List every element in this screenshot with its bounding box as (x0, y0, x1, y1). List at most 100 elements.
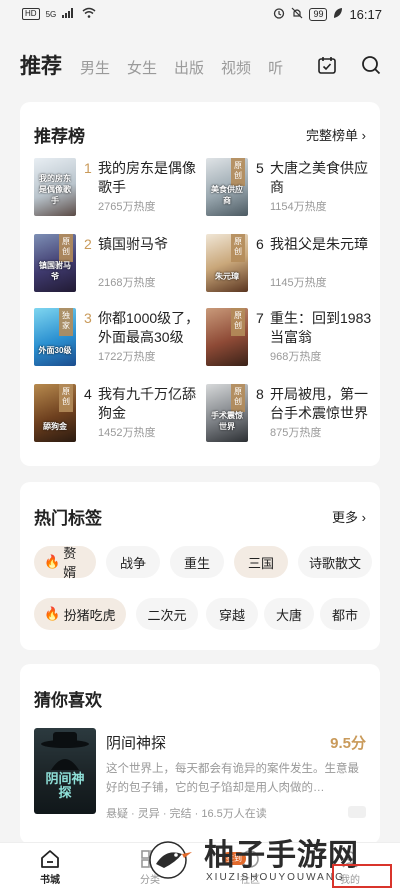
tab-female[interactable]: 女生 (127, 57, 157, 78)
rank-book-title: 你都1000级了，外面最高30级 (98, 310, 200, 345)
status-bar: HD 5G 99 16:17 (0, 0, 400, 28)
guess-title: 猜你喜欢 (34, 691, 102, 710)
category-tabs: 推荐 男生 女生 出版 视频 听 (0, 50, 300, 80)
status-left: HD 5G (22, 7, 96, 21)
rank-number: 4 (84, 386, 92, 402)
rank-heat: 875万热度 (270, 427, 322, 439)
hat-figure-icon (41, 732, 89, 770)
watermark-subtitle: XIUZISHOUYOUWANG (206, 872, 345, 883)
leaf-icon (333, 7, 343, 22)
tab-publish[interactable]: 出版 (174, 57, 204, 78)
rank-item[interactable]: 原创 7 重生：回到1983当富翁 968万热度 (206, 308, 376, 370)
fire-icon: 🔥 (44, 606, 61, 621)
calendar-checkin-icon[interactable] (316, 54, 338, 76)
tag-chip[interactable]: 都市 (320, 598, 370, 630)
rank-book-title: 重生：回到1983当富翁 (270, 310, 372, 345)
tab-male[interactable]: 男生 (80, 57, 110, 78)
tag-chip[interactable]: 战争 (106, 546, 160, 578)
guess-book-description: 这个世界上，每天都会有诡异的案件发生。生意最好的包子铺，它的包子馅却是用人肉做的… (106, 763, 359, 794)
book-cover: 原创 镇国驸马爷 (34, 234, 76, 292)
book-cover: 原创 舔狗金 (34, 384, 76, 442)
tag-chip[interactable]: 重生 (170, 546, 224, 578)
home-icon (40, 849, 60, 869)
rank-item[interactable]: 独家 外面30级 3 你都1000级了，外面最高30级 1722万热度 (34, 308, 204, 370)
tag-chip[interactable]: 🔥 扮猪吃虎 (34, 598, 126, 630)
rank-number: 1 (84, 160, 92, 176)
cover-text: 美食供应商 (211, 185, 243, 205)
search-icon[interactable] (360, 54, 382, 76)
tab-video[interactable]: 视频 (221, 57, 251, 78)
tag-label: 大唐 (275, 607, 302, 623)
book-cover: 我的房东是偶像歌手 (34, 158, 76, 216)
more-tags-link[interactable]: 更多 › (332, 507, 366, 526)
watermark-highlight-box (332, 864, 392, 888)
cover-ribbon: 原创 (231, 234, 245, 262)
cover-text: 朱元璋 (215, 272, 239, 281)
tag-chip[interactable]: 诗歌散文 (298, 546, 372, 578)
cover-ribbon: 原创 (231, 308, 245, 336)
hot-tags-card: 热门标签 更多 › 🔥 赘婿 战争 重生 三国 诗歌散文 🔥 扮猪吃虎 二次元 … (20, 482, 380, 650)
rank-heat: 1452万热度 (98, 427, 156, 439)
rank-item[interactable]: 原创 手术震惊世界 8 开局被甩，第一台手术震惊世界 875万热度 (206, 384, 376, 446)
rank-item[interactable]: 我的房东是偶像歌手 1 我的房东是偶像歌手 2765万热度 (34, 158, 204, 220)
rank-heat: 2168万热度 (98, 277, 156, 289)
clock: 16:17 (349, 6, 382, 22)
cover-text: 镇国驸马爷 (39, 261, 71, 281)
tag-chip[interactable]: 穿越 (206, 598, 258, 630)
rank-item[interactable]: 原创 舔狗金 4 我有九千万亿舔狗金 1452万热度 (34, 384, 204, 446)
rank-item[interactable]: 原创 镇国驸马爷 2 镇国驸马爷 2168万热度 (34, 234, 204, 296)
ranking-card: 推荐榜 完整榜单 › 我的房东是偶像歌手 1 我的房东是偶像歌手 2765万热度… (20, 102, 380, 466)
tag-label: 诗歌散文 (308, 555, 361, 571)
full-ranking-link[interactable]: 完整榜单 › (306, 125, 366, 144)
top-nav-actions (316, 54, 382, 76)
cover-ribbon: 原创 (231, 384, 245, 412)
mute-icon (291, 7, 303, 22)
battery-indicator: 99 (309, 7, 328, 21)
cover-text: 外面30级 (38, 346, 72, 355)
rank-heat: 2765万热度 (98, 201, 156, 213)
cover-ribbon: 原创 (231, 158, 245, 186)
tag-label: 三国 (247, 555, 274, 571)
tag-label: 扮猪吃虎 (63, 607, 116, 623)
more-options-button[interactable] (348, 806, 366, 818)
tag-chip[interactable]: 二次元 (136, 598, 198, 630)
tag-chip[interactable]: 大唐 (264, 598, 314, 630)
book-cover: 原创 手术震惊世界 (206, 384, 248, 442)
ranking-header: 推荐榜 完整榜单 › (34, 122, 366, 147)
alarm-icon (273, 7, 285, 22)
bottom-nav-bookstore[interactable]: 书城 (20, 843, 80, 888)
rank-item[interactable]: 原创 美食供应商 5 大唐之美食供应商 1154万热度 (206, 158, 376, 220)
rank-book-title: 我的房东是偶像歌手 (98, 160, 196, 195)
guess-book-cover[interactable]: 阴间神探 (34, 728, 96, 814)
rank-item[interactable]: 原创 朱元璋 6 我祖父是朱元璋 1145万热度 (206, 234, 376, 296)
rank-book-title: 大唐之美食供应商 (270, 160, 368, 195)
site-watermark: 签到 柚子手游网 XIUZISHOUYOUWANG (144, 830, 394, 888)
book-cover: 原创 (206, 308, 248, 366)
fire-icon: 🔥 (44, 554, 61, 569)
bird-logo-icon (149, 841, 192, 879)
book-cover: 原创 朱元璋 (206, 234, 248, 292)
rank-book-title: 我祖父是朱元璋 (270, 236, 368, 252)
status-right: 99 16:17 (273, 7, 382, 22)
rank-number: 2 (84, 236, 92, 252)
tag-label: 赘婿 (63, 546, 77, 580)
top-navigation: 推荐 男生 女生 出版 视频 听 (0, 44, 400, 86)
guess-cover-text: 阴间神探 (45, 771, 85, 800)
rank-number: 5 (256, 160, 264, 176)
rank-number: 7 (256, 310, 264, 326)
wifi-icon (82, 7, 96, 21)
tags-title: 热门标签 (34, 509, 102, 528)
tag-chip[interactable]: 三国 (234, 546, 288, 578)
tag-chip[interactable]: 🔥 赘婿 (34, 546, 96, 580)
ranking-title: 推荐榜 (34, 127, 85, 146)
rank-number: 8 (256, 386, 264, 402)
tags-header: 热门标签 更多 › (34, 504, 366, 529)
guess-book-title[interactable]: 阴间神探 (106, 732, 166, 753)
tab-listen[interactable]: 听 (268, 57, 283, 78)
rank-heat: 968万热度 (270, 351, 322, 363)
tab-recommend[interactable]: 推荐 (20, 50, 62, 80)
tag-label: 重生 (183, 555, 210, 571)
cover-text: 我的房东是偶像歌手 (39, 174, 71, 205)
cover-text: 手术震惊世界 (211, 411, 243, 431)
cover-ribbon: 独家 (59, 308, 73, 336)
